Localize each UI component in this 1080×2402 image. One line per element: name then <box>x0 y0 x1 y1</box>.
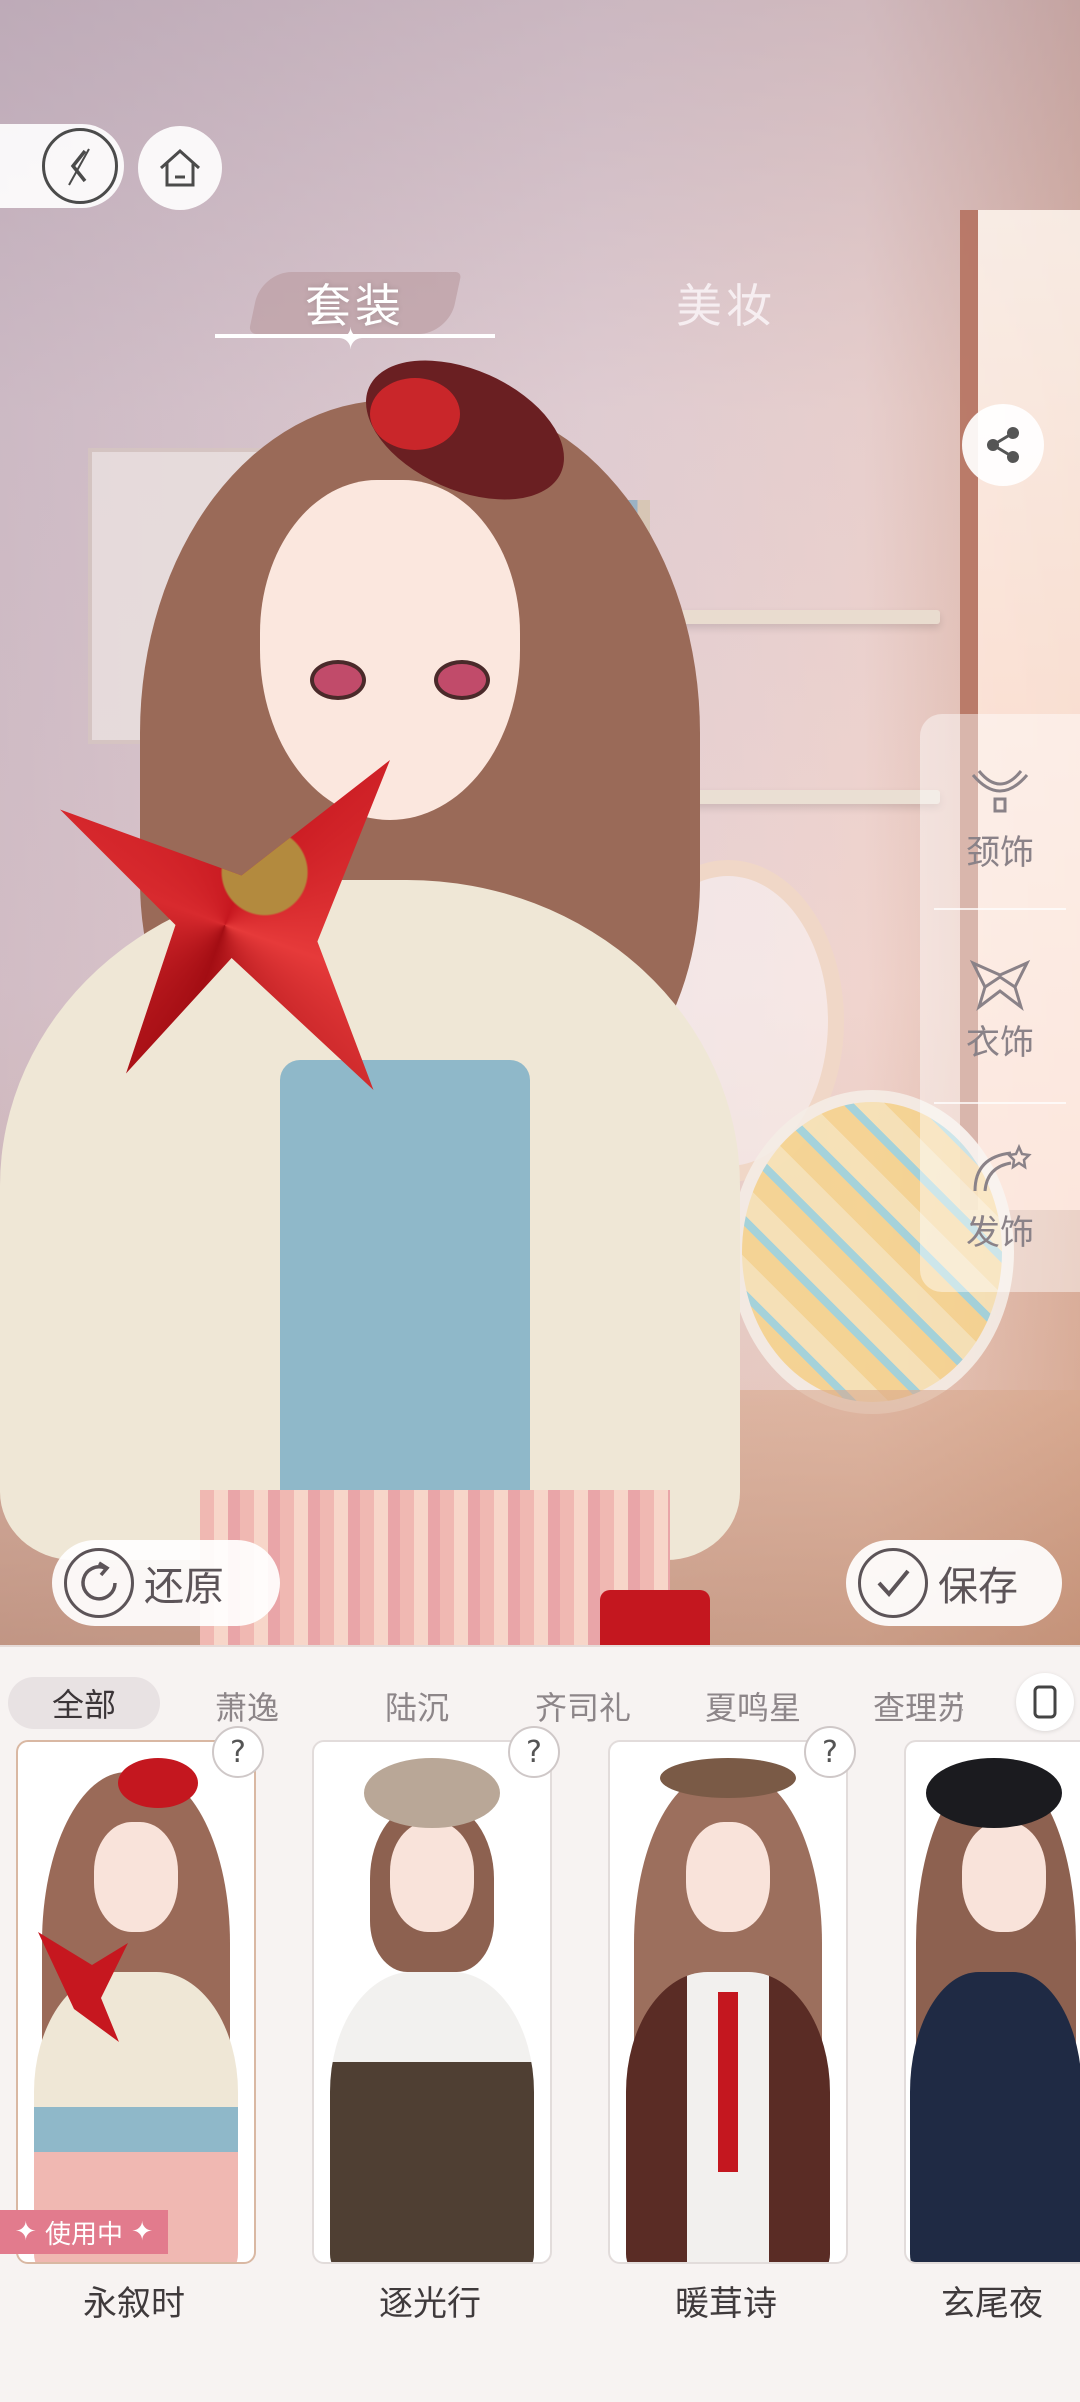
filter-chalisu[interactable]: 查理苏 <box>873 1683 963 1729</box>
question-icon: ? <box>526 1734 542 1770</box>
accessory-hair-label: 发饰 <box>966 1212 1034 1253</box>
outfit-1-hat <box>118 1758 198 1808</box>
check-icon <box>858 1548 928 1618</box>
restore-button[interactable]: 还原 <box>52 1540 280 1626</box>
accessory-clothing-label: 衣饰 <box>966 1022 1034 1063</box>
accessory-panel: 颈饰 衣饰 发饰 <box>920 714 1080 1292</box>
share-button[interactable] <box>962 404 1044 486</box>
outfit-2-body <box>330 1972 534 2262</box>
outfit-3-name: 暖茸诗 <box>675 2284 777 2324</box>
character-left-eye <box>310 660 366 700</box>
outfit-2-face <box>390 1822 474 1932</box>
character-hat-rose <box>370 378 460 450</box>
bow-tie-icon <box>969 959 1031 1011</box>
in-use-badge: ✦ 使用中 ✦ <box>0 2210 168 2254</box>
tab-makeup[interactable]: 美妆 <box>676 270 776 336</box>
outfit-1-name: 永叙时 <box>83 2284 185 2324</box>
view-toggle-button[interactable] <box>1016 1673 1074 1731</box>
accessory-clothing[interactable]: 衣饰 <box>920 912 1080 1102</box>
outfit-4-name: 玄尾夜 <box>941 2284 1043 2324</box>
filter-luchen[interactable]: 陆沉 <box>385 1683 449 1729</box>
outfit-card-4[interactable] <box>904 1740 1080 2264</box>
accessory-necklace[interactable]: 颈饰 <box>920 722 1080 912</box>
filter-qisili[interactable]: 齐司礼 <box>535 1683 631 1729</box>
outfit-1-help-button[interactable]: ? <box>212 1726 264 1778</box>
character-right-eye <box>434 660 490 700</box>
outfit-3-face <box>686 1822 770 1932</box>
character-bag <box>600 1590 710 1645</box>
in-use-label: 使用中 <box>44 2219 123 2250</box>
question-icon: ? <box>230 1734 246 1770</box>
outfit-3-tie <box>718 1992 738 2172</box>
character-face <box>260 480 520 820</box>
outfit-card-3[interactable] <box>608 1740 848 2264</box>
outfit-card-1[interactable] <box>16 1740 256 2264</box>
filter-xiamingxing[interactable]: 夏鸣星 <box>705 1683 801 1729</box>
save-button[interactable]: 保存 <box>846 1540 1062 1626</box>
divider <box>934 908 1066 910</box>
home-icon <box>159 148 201 187</box>
filter-all[interactable]: 全部 <box>8 1677 160 1729</box>
outfit-4-face <box>962 1822 1046 1932</box>
outfit-2-cap <box>364 1758 500 1828</box>
phone-view-icon <box>1033 1685 1057 1719</box>
outfit-4-cat-hat <box>926 1758 1062 1828</box>
necklace-icon <box>971 769 1029 812</box>
restore-label: 还原 <box>144 1564 224 1610</box>
sparkle-icon: ✦ <box>338 322 364 357</box>
back-icon <box>42 128 118 204</box>
question-icon: ? <box>822 1734 838 1770</box>
filter-xiaoyi[interactable]: 萧逸 <box>215 1683 279 1729</box>
home-button[interactable] <box>138 126 222 210</box>
outfit-3-headband <box>660 1758 796 1798</box>
outfit-3-help-button[interactable]: ? <box>804 1726 856 1778</box>
outfit-4-body <box>910 1972 1080 2262</box>
outfit-card-2[interactable] <box>312 1740 552 2264</box>
hair-clip-icon <box>973 1143 1032 1191</box>
accessory-hair[interactable]: 发饰 <box>920 1102 1080 1292</box>
share-icon <box>987 427 1019 463</box>
outfit-2-name: 逐光行 <box>379 2284 481 2324</box>
accessory-necklace-label: 颈饰 <box>966 832 1034 873</box>
restore-icon <box>64 1548 134 1618</box>
save-label: 保存 <box>938 1564 1018 1610</box>
character-preview <box>0 332 740 1645</box>
character-blouse <box>280 1060 530 1540</box>
outfit-2-help-button[interactable]: ? <box>508 1726 560 1778</box>
back-button[interactable] <box>0 124 124 208</box>
outfit-1-face <box>94 1822 178 1932</box>
dress-up-scene <box>0 0 1080 1645</box>
